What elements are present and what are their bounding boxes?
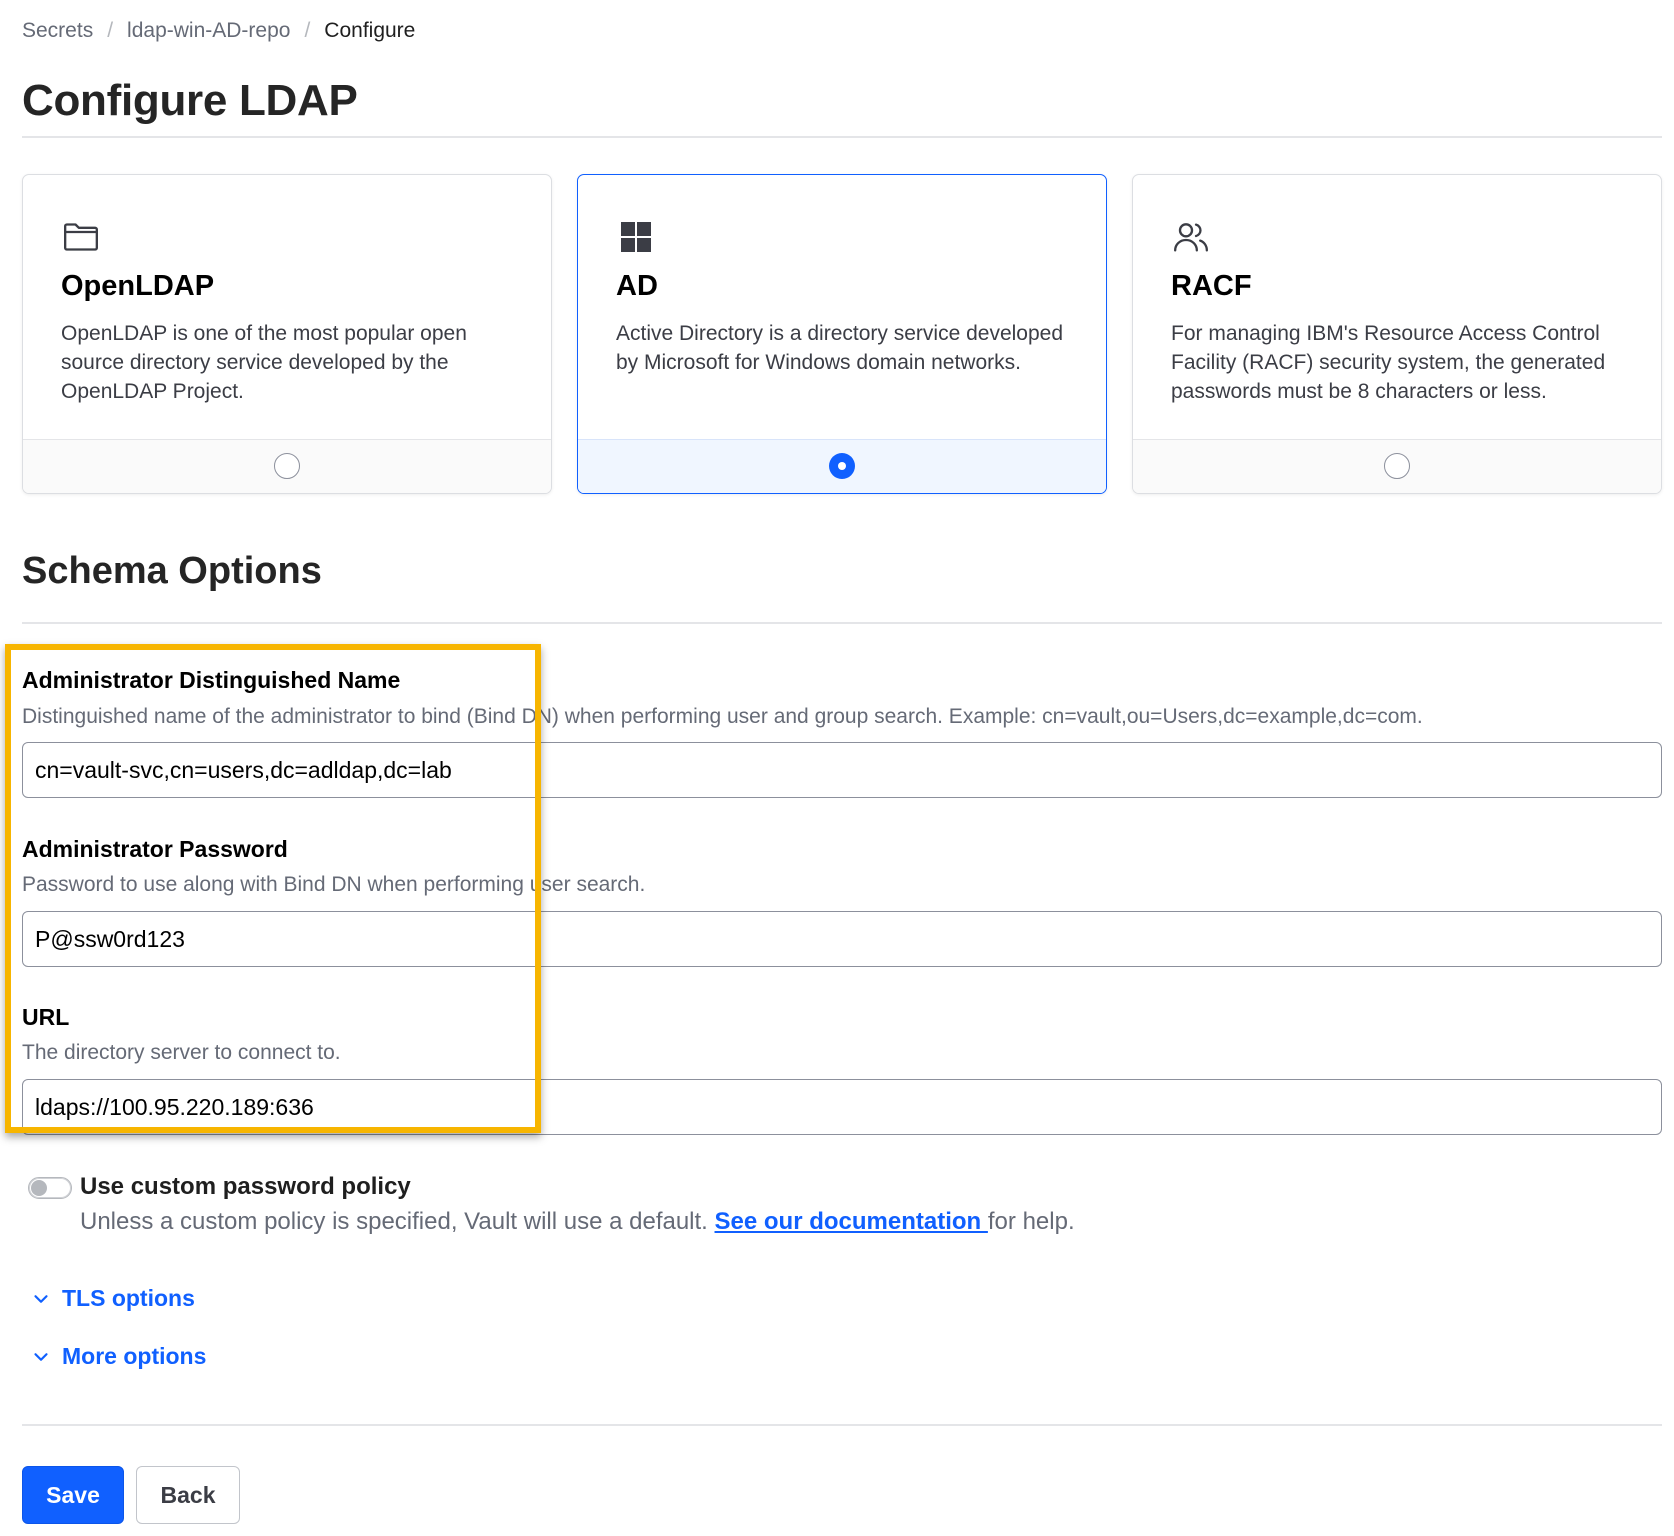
card-description: Active Directory is a directory service …: [616, 322, 1064, 374]
chevron-down-icon: [34, 1352, 48, 1361]
breadcrumb-separator: /: [304, 19, 311, 42]
card-openldap[interactable]: OpenLDAP OpenLDAP is one of the most pop…: [22, 174, 552, 494]
url-help: The directory server to connect to.: [22, 1041, 341, 1064]
card-title: OpenLDAP: [61, 270, 215, 302]
breadcrumb: Secrets / ldap-win-AD-repo / Configure: [22, 18, 415, 44]
section-divider: [22, 622, 1662, 624]
policy-help-prefix: Unless a custom policy is specified, Vau…: [80, 1208, 715, 1235]
documentation-link[interactable]: See our documentation: [715, 1208, 988, 1235]
page-title: Configure LDAP: [22, 76, 358, 125]
chevron-down-icon: [34, 1294, 48, 1303]
card-description: For managing IBM's Resource Access Contr…: [1171, 322, 1606, 403]
card-title: RACF: [1171, 270, 1252, 302]
url-input[interactable]: [22, 1079, 1662, 1135]
plugin-type-cards: OpenLDAP OpenLDAP is one of the most pop…: [22, 174, 1662, 494]
card-footer: [578, 439, 1106, 493]
card-footer: [1133, 439, 1661, 493]
card-description: OpenLDAP is one of the most popular open…: [61, 322, 467, 403]
policy-help-suffix: for help.: [987, 1208, 1075, 1235]
breadcrumb-separator: /: [107, 19, 114, 42]
windows-icon: [616, 217, 656, 257]
url-label: URL: [22, 1004, 70, 1030]
footer-divider: [22, 1424, 1662, 1426]
section-title-schema-options: Schema Options: [22, 550, 322, 592]
admin-password-help: Password to use along with Bind DN when …: [22, 873, 646, 896]
more-options-toggle[interactable]: More options: [30, 1343, 206, 1370]
users-icon: [1171, 217, 1211, 257]
radio-openldap[interactable]: [274, 453, 300, 479]
admin-dn-help: Distinguished name of the administrator …: [22, 705, 1423, 728]
title-divider: [22, 136, 1662, 138]
folder-icon: [61, 217, 101, 257]
more-options-label: More options: [62, 1343, 207, 1369]
custom-password-policy-toggle[interactable]: [28, 1177, 72, 1199]
admin-dn-label: Administrator Distinguished Name: [22, 667, 401, 693]
save-button[interactable]: Save: [22, 1466, 124, 1524]
breadcrumb-repo[interactable]: ldap-win-AD-repo: [127, 19, 290, 43]
admin-password-input[interactable]: [22, 911, 1662, 967]
admin-password-label: Administrator Password: [22, 836, 288, 862]
card-racf[interactable]: RACF For managing IBM's Resource Access …: [1132, 174, 1662, 494]
radio-racf[interactable]: [1384, 453, 1410, 479]
tls-options-toggle[interactable]: TLS options: [30, 1285, 195, 1312]
tls-options-label: TLS options: [62, 1285, 195, 1311]
breadcrumb-current: Configure: [324, 19, 416, 42]
card-title: AD: [616, 270, 658, 302]
card-ad[interactable]: AD Active Directory is a directory servi…: [577, 174, 1107, 494]
admin-dn-input[interactable]: [22, 742, 1662, 798]
custom-password-policy-help: Unless a custom policy is specified, Vau…: [80, 1208, 1075, 1236]
radio-ad[interactable]: [829, 453, 855, 479]
card-footer: [23, 439, 551, 493]
breadcrumb-secrets[interactable]: Secrets: [22, 19, 93, 43]
custom-password-policy-label: Use custom password policy: [80, 1173, 411, 1200]
back-button[interactable]: Back: [136, 1466, 240, 1524]
